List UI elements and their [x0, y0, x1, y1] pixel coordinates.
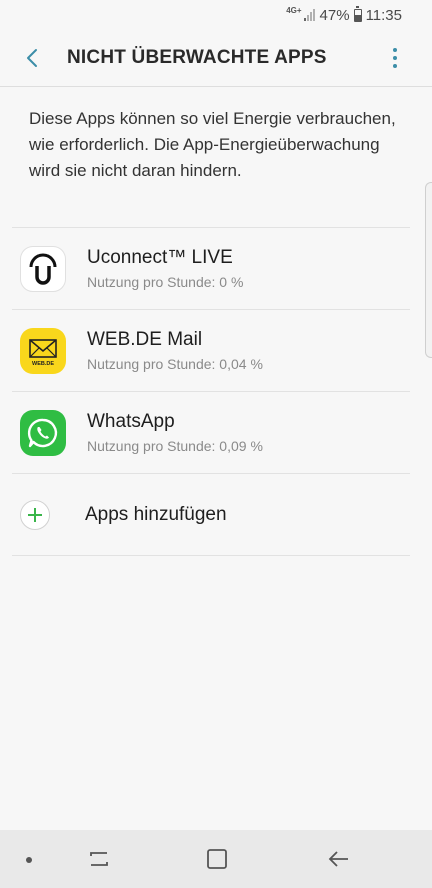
back-arrow-icon — [27, 49, 37, 67]
divider — [12, 555, 410, 556]
description-text: Diese Apps können so viel Energie verbra… — [29, 109, 396, 180]
battery-percent: 47% — [319, 6, 350, 24]
app-usage: Nutzung pro Stunde: 0,04 % — [87, 355, 263, 372]
more-options-button[interactable] — [380, 43, 410, 73]
page-title: NICHT ÜBERWACHTE APPS — [67, 47, 327, 68]
add-apps-button[interactable]: Apps hinzufügen — [12, 474, 410, 555]
more-vert-icon — [393, 48, 397, 52]
signal-icon — [303, 9, 315, 21]
uconnect-icon — [20, 245, 66, 292]
list-item-uconnect[interactable]: Uconnect™ LIVE Nutzung pro Stunde: 0 % — [12, 228, 410, 309]
navigation-bar — [0, 830, 432, 888]
status-bar: 4G+ 47% 11:35 — [0, 0, 432, 30]
network-type: 4G+ — [286, 6, 302, 15]
app-usage: Nutzung pro Stunde: 0,09 % — [87, 437, 263, 454]
scrollbar[interactable] — [425, 182, 432, 358]
app-usage: Nutzung pro Stunde: 0 % — [87, 273, 244, 290]
whatsapp-icon — [20, 409, 66, 456]
list-item-webde-mail[interactable]: WEB.DE WEB.DE Mail Nutzung pro Stunde: 0… — [12, 310, 410, 391]
home-button[interactable] — [202, 844, 232, 874]
nav-back-button[interactable] — [324, 844, 354, 874]
recent-apps-button[interactable] — [84, 844, 114, 874]
list-item-whatsapp[interactable]: WhatsApp Nutzung pro Stunde: 0,09 % — [12, 392, 410, 473]
battery-icon — [353, 6, 362, 22]
webde-mail-icon: WEB.DE — [20, 327, 66, 374]
webde-icon-text: WEB.DE — [32, 361, 54, 367]
clock: 11:35 — [365, 6, 402, 24]
back-button[interactable] — [13, 38, 53, 78]
nav-dot-icon — [26, 857, 32, 863]
app-name: WEB.DE Mail — [87, 328, 203, 350]
app-name: WhatsApp — [87, 410, 175, 432]
plus-icon — [20, 499, 50, 530]
recent-apps-icon — [90, 852, 108, 866]
app-list: Uconnect™ LIVE Nutzung pro Stunde: 0 % W… — [12, 227, 410, 556]
add-apps-label: Apps hinzufügen — [85, 503, 227, 525]
app-bar: NICHT ÜBERWACHTE APPS — [0, 30, 432, 86]
app-name: Uconnect™ LIVE — [87, 246, 233, 268]
back-icon — [328, 851, 348, 867]
home-icon — [207, 849, 227, 869]
header-divider — [0, 86, 432, 87]
